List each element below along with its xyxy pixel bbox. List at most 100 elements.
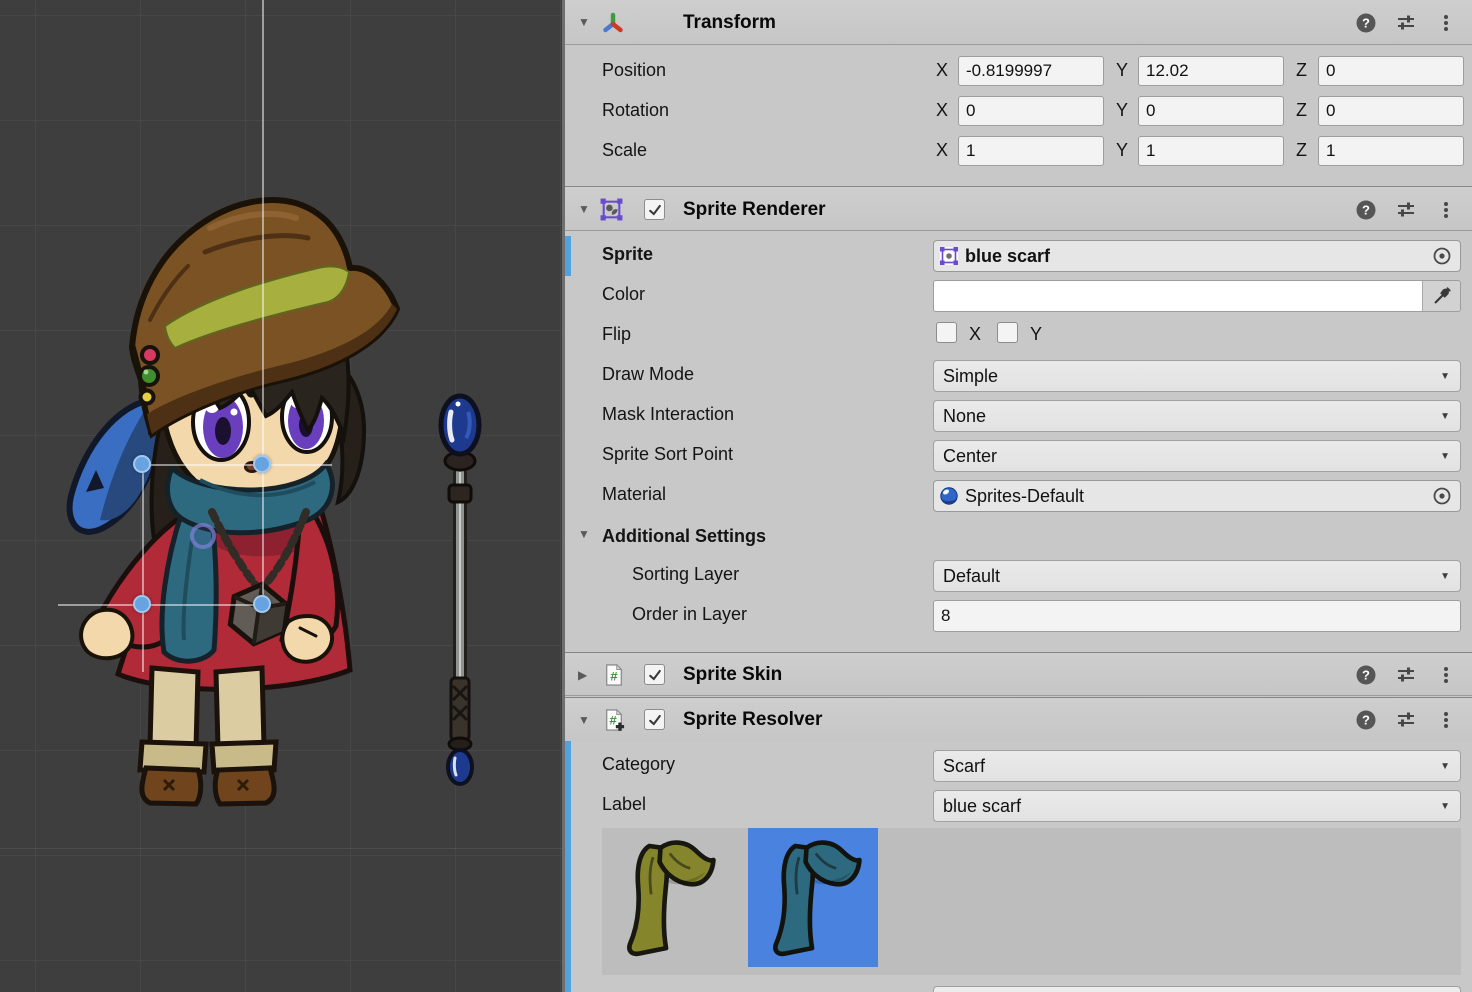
rotation-y-input[interactable] [1139, 97, 1283, 125]
sprite-thumbnail-green-scarf[interactable] [602, 828, 732, 967]
help-icon: ? [1355, 12, 1377, 34]
svg-text:?: ? [1362, 15, 1370, 30]
sprite-renderer-header[interactable]: ▼ Sprite Renderer ? [565, 186, 1472, 231]
transform-icon [601, 11, 625, 35]
help-icon: ? [1355, 199, 1377, 221]
sprite-mini-icon [939, 246, 959, 266]
position-z-field[interactable] [1318, 56, 1464, 86]
checkmark-icon [647, 667, 663, 683]
color-field[interactable] [933, 280, 1461, 312]
svg-text:?: ? [1362, 713, 1370, 728]
sprite-pivot-handle[interactable] [190, 523, 216, 549]
position-x-field[interactable] [958, 56, 1104, 86]
label-dropdown[interactable]: blue scarf ▼ [933, 790, 1461, 822]
scale-y-field[interactable] [1138, 136, 1284, 166]
sprite-renderer-foldout[interactable]: ▼ [578, 187, 590, 232]
scale-z-input[interactable] [1319, 137, 1463, 165]
transform-foldout[interactable]: ▼ [578, 0, 590, 45]
axis-z-label: Z [1296, 140, 1318, 161]
scale-y-input[interactable] [1139, 137, 1283, 165]
kebab-menu-icon [1435, 664, 1457, 686]
sprite-thumbnail-blue-scarf[interactable] [748, 828, 878, 967]
position-z-input[interactable] [1319, 57, 1463, 85]
additional-settings-foldout[interactable]: ▼ [578, 514, 590, 554]
sprite-skin-enabled-checkbox[interactable] [644, 664, 665, 685]
object-picker-icon[interactable] [1432, 486, 1452, 506]
sprite-skin-presets-button[interactable] [1392, 653, 1420, 697]
sprite-renderer-title: Sprite Renderer [683, 187, 826, 232]
kebab-menu-icon [1435, 199, 1457, 221]
sprite-resolver-header[interactable]: ▼ # Sprite Resolver ? [565, 697, 1472, 741]
sprite-skin-foldout[interactable]: ▶ [578, 653, 587, 697]
color-swatch[interactable] [934, 281, 1422, 311]
presets-icon [1395, 664, 1417, 686]
rotation-x-input[interactable] [959, 97, 1103, 125]
flip-label: Flip [602, 324, 631, 345]
sprite-skin-help-button[interactable]: ? [1352, 653, 1380, 697]
sprite-resolver-enabled-checkbox[interactable] [644, 709, 665, 730]
transform-header[interactable]: ▼ Transform ? [565, 0, 1472, 45]
position-x-input[interactable] [959, 57, 1103, 85]
transform-menu-button[interactable] [1432, 0, 1460, 45]
sprite-resolver-help-button[interactable]: ? [1352, 698, 1380, 742]
position-y-input[interactable] [1139, 57, 1283, 85]
axis-z-label: Z [1296, 100, 1318, 121]
selection-guide-left [142, 464, 144, 672]
sprite-renderer-presets-button[interactable] [1392, 187, 1420, 232]
selection-handle-bottom-left[interactable] [133, 595, 151, 613]
flip-y-checkbox[interactable] [997, 322, 1018, 343]
draw-mode-dropdown[interactable]: Simple ▼ [933, 360, 1461, 392]
sprite-renderer-menu-button[interactable] [1432, 187, 1460, 232]
order-in-layer-input[interactable] [934, 601, 1460, 631]
position-y-field[interactable] [1138, 56, 1284, 86]
scene-viewport[interactable] [0, 0, 562, 992]
axis-x-label: X [936, 60, 958, 81]
svg-text:?: ? [1362, 668, 1370, 683]
sorting-layer-label: Sorting Layer [632, 564, 739, 585]
sprite-sort-point-value: Center [943, 446, 997, 467]
axis-x-label: X [936, 140, 958, 161]
sprite-resolver-menu-button[interactable] [1432, 698, 1460, 742]
chevron-down-icon: ▼ [1440, 801, 1450, 812]
flip-x-label: X [969, 324, 981, 345]
category-dropdown[interactable]: Scarf ▼ [933, 750, 1461, 782]
material-object-field[interactable]: Sprites-Default [933, 480, 1461, 512]
rotation-z-input[interactable] [1319, 97, 1463, 125]
material-value: Sprites-Default [965, 486, 1426, 507]
eyedropper-button[interactable] [1422, 281, 1460, 311]
category-label: Category [602, 754, 675, 775]
script-add-icon: # [603, 707, 625, 733]
mask-interaction-value: None [943, 406, 986, 427]
transform-presets-button[interactable] [1392, 0, 1420, 45]
order-in-layer-field[interactable] [933, 600, 1461, 632]
sprite-renderer-enabled-checkbox[interactable] [644, 199, 665, 220]
scale-x-input[interactable] [959, 137, 1103, 165]
selection-handle-top-right[interactable] [253, 455, 271, 473]
scale-x-field[interactable] [958, 136, 1104, 166]
rotation-z-field[interactable] [1318, 96, 1464, 126]
sprite-sort-point-dropdown[interactable]: Center ▼ [933, 440, 1461, 472]
rotation-y-field[interactable] [1138, 96, 1284, 126]
mask-interaction-dropdown[interactable]: None ▼ [933, 400, 1461, 432]
selection-handle-top-left[interactable] [133, 455, 151, 473]
selection-handle-bottom-right[interactable] [253, 595, 271, 613]
sprite-object-field[interactable]: blue scarf [933, 240, 1461, 272]
mask-interaction-label: Mask Interaction [602, 404, 734, 425]
flip-x-checkbox[interactable] [936, 322, 957, 343]
sprite-resolver-foldout[interactable]: ▼ [578, 698, 590, 742]
sorting-layer-dropdown[interactable]: Default ▼ [933, 560, 1461, 592]
scale-label: Scale [602, 140, 647, 161]
sprite-renderer-help-button[interactable]: ? [1352, 187, 1380, 232]
kebab-menu-icon [1435, 709, 1457, 731]
transform-help-button[interactable]: ? [1352, 0, 1380, 45]
axis-y-label: Y [1116, 140, 1138, 161]
sprite-skin-title: Sprite Skin [683, 653, 782, 697]
sprite-skin-header[interactable]: ▶ # Sprite Skin ? [565, 652, 1472, 696]
next-field-cutoff [933, 986, 1461, 992]
object-picker-icon[interactable] [1432, 246, 1452, 266]
sprite-skin-menu-button[interactable] [1432, 653, 1460, 697]
scale-z-field[interactable] [1318, 136, 1464, 166]
svg-text:#: # [610, 670, 618, 685]
sprite-resolver-presets-button[interactable] [1392, 698, 1420, 742]
rotation-x-field[interactable] [958, 96, 1104, 126]
